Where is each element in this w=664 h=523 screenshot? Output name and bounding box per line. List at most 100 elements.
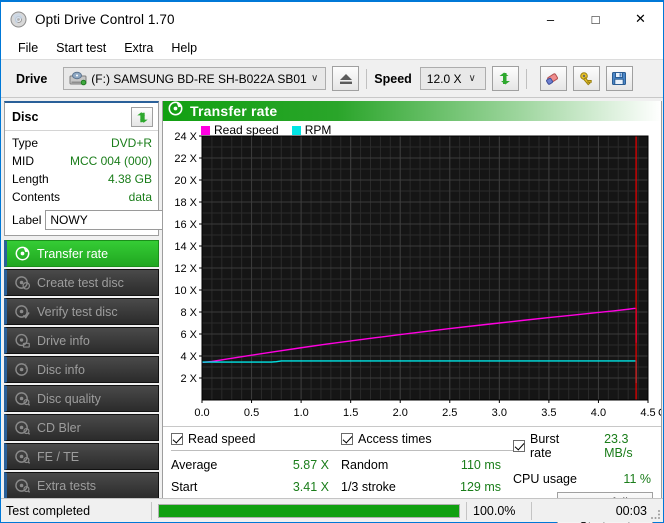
svg-text:0.5: 0.5 (244, 407, 259, 419)
divider (171, 450, 341, 451)
window-title: Opti Drive Control 1.70 (35, 11, 175, 27)
access-times-checkbox-row[interactable]: Access times (341, 432, 513, 446)
panel-title: Transfer rate (190, 103, 278, 119)
svg-text:4.0: 4.0 (591, 407, 606, 419)
svg-text:2.0: 2.0 (393, 407, 408, 419)
nav-transfer-rate[interactable]: Transfer rate (4, 240, 159, 267)
progress-percent-text: 100.0% (473, 503, 516, 518)
svg-text:10 X: 10 X (174, 285, 197, 297)
toolbar-divider (366, 68, 368, 89)
menu-extra[interactable]: Extra (115, 38, 162, 58)
svg-text:22 X: 22 X (174, 153, 197, 165)
disc-title: Disc (12, 110, 39, 124)
panel-header: Transfer rate (163, 101, 661, 121)
erase-button[interactable] (539, 66, 567, 91)
burst-rate-checkbox-row[interactable]: Burst rate 23.3 MB/s (513, 432, 653, 460)
minimize-button[interactable]: – (528, 2, 573, 36)
svg-text:2 X: 2 X (180, 373, 197, 385)
resize-grip[interactable] (649, 508, 661, 520)
disc-speed-icon (11, 246, 33, 261)
disc-field-type: Type DVD+R (12, 134, 152, 152)
stat-start-value: 3.41 X (292, 480, 329, 494)
legend-label-rpm: RPM (304, 123, 332, 137)
nav-disc-quality-label: Disc quality (37, 391, 101, 406)
drive-toolbar: Drive (F:) SAMSUNG BD-RE SH-B022A SB01 ∨ (1, 60, 663, 98)
menu-help[interactable]: Help (162, 38, 206, 58)
transfer-rate-chart: Read speed RPM 2 X 4 X 6 X 8 X 10 X 12 X 14 X 1… (163, 121, 664, 426)
stat-random-key: Random (341, 458, 389, 472)
stat-start-key: Start (171, 480, 198, 494)
key-button[interactable] (572, 66, 600, 91)
svg-text:GB: GB (658, 407, 661, 419)
right-panel: Transfer rate Read speed RPM 2 X 4 X 6 X 8 … (162, 101, 664, 523)
svg-text:6 X: 6 X (180, 329, 197, 341)
nav-drive-info-label: Drive info (37, 333, 90, 348)
legend-swatch-rpm (291, 125, 301, 135)
nav-verify-test-disc[interactable]: Verify test disc (4, 298, 159, 325)
svg-text:3.0: 3.0 (492, 407, 507, 419)
stat-average: Average 5.87 X (171, 454, 341, 476)
svg-text:1.0: 1.0 (293, 407, 308, 419)
legend-swatch-read-speed (201, 125, 210, 135)
stat-cpu-usage-key: CPU usage (513, 472, 577, 486)
stat-average-value: 5.87 X (292, 458, 329, 472)
chevron-down-icon: ∨ (468, 73, 476, 84)
eject-button[interactable] (332, 66, 360, 91)
disc-field-contents-value: data (128, 190, 152, 204)
status-message: Test completed (6, 503, 91, 518)
svg-text:14 X: 14 X (174, 241, 197, 253)
disc-refresh-button[interactable] (131, 107, 153, 127)
stat-third-stroke: 1/3 stroke 129 ms (341, 476, 513, 498)
app-window: Opti Drive Control 1.70 – □ ✕ File Start… (0, 0, 664, 523)
nav-create-test-disc[interactable]: Create test disc (4, 269, 159, 296)
menu-start-test[interactable]: Start test (47, 38, 115, 58)
drive-select[interactable]: (F:) SAMSUNG BD-RE SH-B022A SB01 ∨ (63, 67, 327, 90)
svg-text:8 X: 8 X (180, 307, 197, 319)
nav-cd-bler[interactable]: CD Bler (4, 414, 159, 441)
progress-bar-fill (159, 504, 459, 517)
nav-disc-quality[interactable]: Disc quality (4, 385, 159, 412)
disc-label-row: Label (12, 206, 233, 230)
nav-disc-info[interactable]: i Disc info (4, 356, 159, 383)
read-speed-checkbox[interactable] (171, 433, 183, 445)
disc-field-contents-key: Contents (12, 190, 61, 204)
stat-start: Start 3.41 X (171, 476, 341, 498)
divider (341, 450, 513, 451)
svg-text:2.5: 2.5 (442, 407, 457, 419)
chevron-down-icon: ∨ (310, 73, 319, 84)
disc-label-key: Label (12, 212, 42, 227)
menu-file[interactable]: File (9, 38, 47, 58)
close-button[interactable]: ✕ (618, 2, 663, 36)
nav-fe-te[interactable]: FE / TE (4, 443, 159, 470)
disc-fields: Type DVD+R MID MCC 004 (000) Length 4.38… (5, 131, 233, 235)
svg-text:0.0: 0.0 (194, 407, 209, 419)
save-button[interactable] (605, 66, 633, 91)
status-bar: Test completed 100.0% 00:03 (1, 498, 663, 522)
nav-cd-bler-label: CD Bler (37, 420, 81, 435)
burst-rate-checkbox[interactable] (513, 440, 525, 452)
nav-drive-info[interactable]: Drive info (4, 327, 159, 354)
disc-fete-icon (11, 449, 33, 464)
maximize-button[interactable]: □ (573, 2, 618, 36)
access-times-checkbox[interactable] (341, 433, 353, 445)
disc-info-box: Disc Type DVD+R MID MCC 004 (000) Length… (4, 101, 233, 236)
speed-label: Speed (374, 71, 412, 86)
disc-field-mid-value: MCC 004 (000) (69, 154, 152, 168)
svg-text:4 X: 4 X (180, 351, 197, 363)
speed-select[interactable]: 12.0 X ∨ (419, 67, 486, 90)
toolbar-divider (525, 68, 527, 89)
nav-extra-tests[interactable]: Extra tests (4, 472, 159, 499)
refresh-button[interactable] (491, 66, 519, 91)
speed-value: 12.0 X (426, 71, 462, 86)
disc-field-length: Length 4.38 GB (12, 170, 152, 188)
transfer-rate-icon (168, 101, 183, 121)
burst-rate-header: Burst rate (530, 432, 560, 460)
svg-text:4.5: 4.5 (640, 407, 655, 419)
read-speed-checkbox-row[interactable]: Read speed (171, 432, 341, 446)
nav-fe-te-label: FE / TE (37, 449, 80, 464)
stat-third-stroke-key: 1/3 stroke (341, 480, 396, 494)
nav-disc-info-label: Disc info (37, 362, 85, 377)
chart-legend: Read speed RPM (201, 123, 331, 137)
main-body: Disc Type DVD+R MID MCC 004 (000) Length… (1, 98, 664, 523)
nav-transfer-rate-label: Transfer rate (37, 246, 109, 261)
